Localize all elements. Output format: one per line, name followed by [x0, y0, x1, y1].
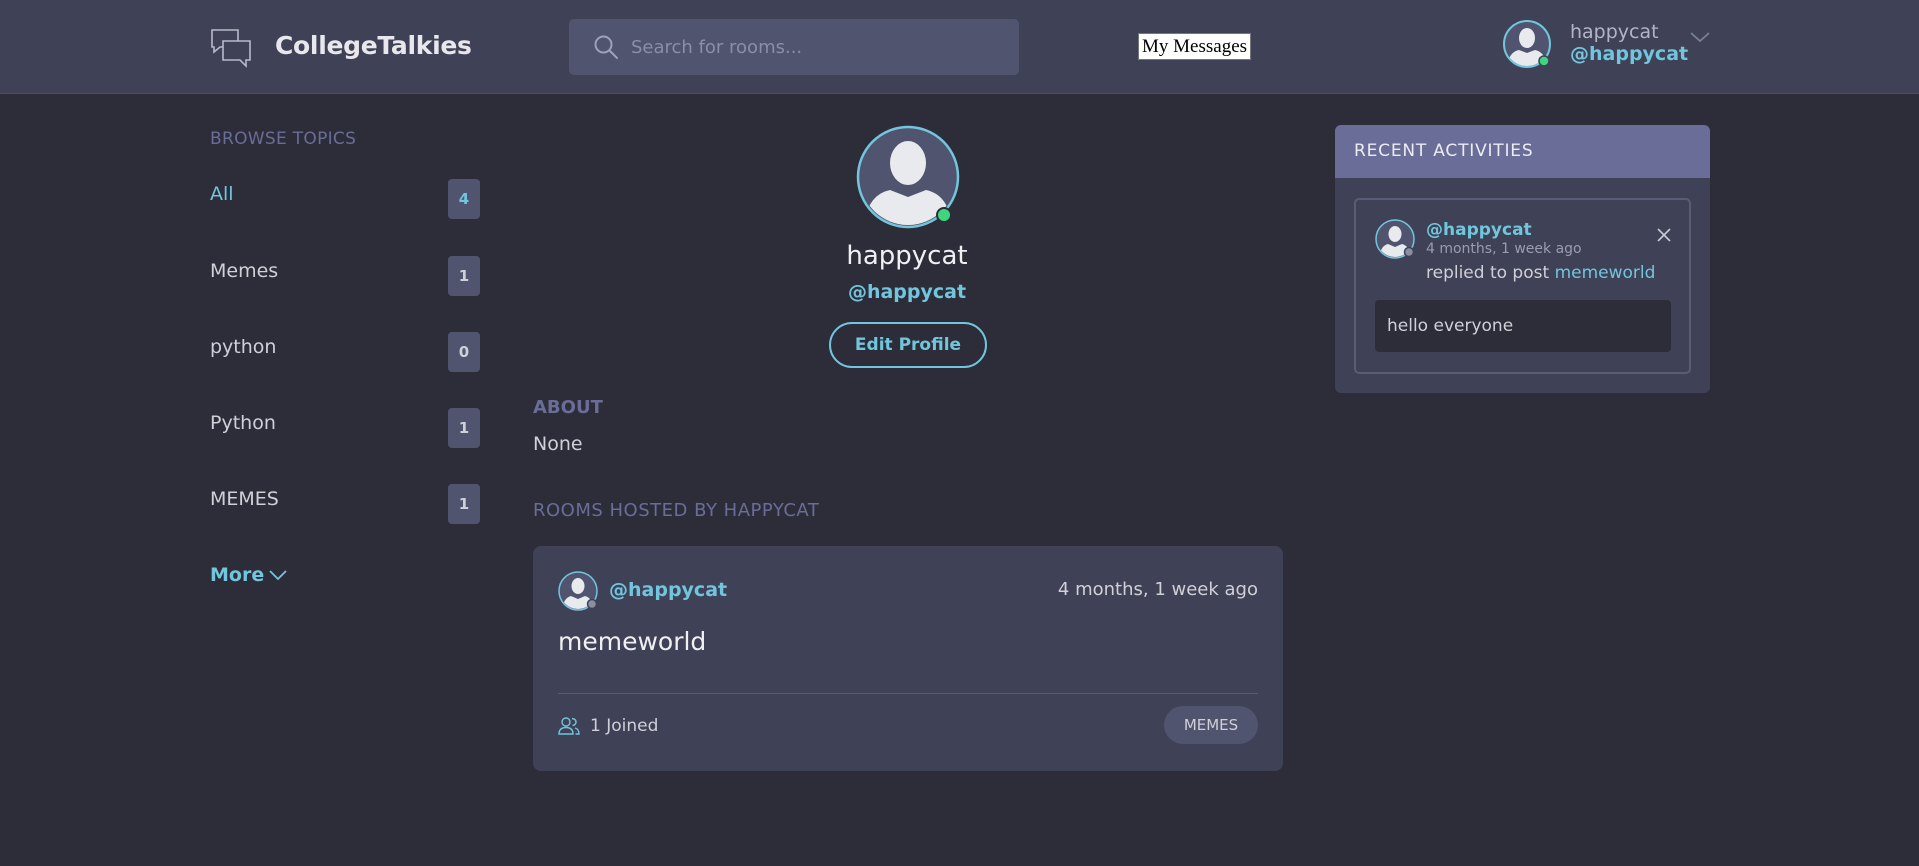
- profile-name: happycat: [846, 241, 968, 271]
- edit-profile-button[interactable]: Edit Profile: [829, 322, 987, 368]
- activity-target-link[interactable]: memeworld: [1555, 263, 1656, 283]
- activity-timestamp: 4 months, 1 week ago: [1426, 241, 1582, 257]
- app-logo-text[interactable]: CollegeTalkies: [275, 31, 472, 60]
- activity-action: replied to post: [1426, 263, 1550, 283]
- topic-item-python[interactable]: Python 1: [210, 408, 480, 448]
- activity-title: RECENT ACTIVITIES: [1354, 141, 1534, 161]
- topic-label: Python: [210, 412, 276, 434]
- activity-card: @happycat 4 months, 1 week ago replied t…: [1354, 198, 1691, 374]
- topic-item-memes-upper[interactable]: MEMES 1: [210, 484, 480, 524]
- topic-label: Memes: [210, 260, 279, 282]
- activity-message-body: hello everyone: [1375, 300, 1671, 352]
- my-messages-button[interactable]: My Messages: [1138, 33, 1252, 60]
- search-bar[interactable]: [569, 19, 1019, 75]
- about-heading: ABOUT: [533, 397, 603, 418]
- top-header: CollegeTalkies My Messages happycat @hap…: [0, 0, 1919, 94]
- profile-handle: @happycat: [847, 281, 967, 303]
- topic-label: python: [210, 336, 277, 358]
- users-icon: [558, 717, 580, 735]
- room-title-link[interactable]: memeworld: [558, 627, 706, 656]
- recent-activities-panel: RECENT ACTIVITIES @happycat 4 months, 1 …: [1335, 125, 1710, 393]
- search-icon: [594, 35, 618, 59]
- topic-count-badge: 1: [448, 256, 480, 296]
- chevron-down-icon[interactable]: [1689, 30, 1711, 44]
- activity-header: RECENT ACTIVITIES: [1335, 125, 1710, 178]
- profile-avatar: [856, 125, 960, 229]
- chevron-down-icon[interactable]: [268, 568, 288, 582]
- room-timestamp: 4 months, 1 week ago: [1057, 579, 1258, 600]
- rooms-hosted-heading: ROOMS HOSTED BY HAPPYCAT: [533, 500, 820, 521]
- browse-topics-title: BROWSE TOPICS: [210, 129, 357, 149]
- search-input[interactable]: [631, 19, 1001, 75]
- room-card[interactable]: @happycat 4 months, 1 week ago memeworld…: [533, 546, 1283, 771]
- room-host-handle[interactable]: @happycat: [609, 579, 727, 601]
- room-topic-tag[interactable]: MEMES: [1164, 706, 1258, 744]
- topic-item-all[interactable]: All 4: [210, 179, 480, 219]
- topic-label: MEMES: [210, 488, 279, 510]
- topic-label: All: [210, 183, 234, 205]
- chat-bubbles-logo-icon[interactable]: [210, 27, 252, 69]
- more-topics-link[interactable]: More: [210, 564, 264, 586]
- topic-count-badge: 1: [448, 484, 480, 524]
- about-text: None: [533, 433, 583, 455]
- topic-count-badge: 4: [448, 179, 480, 219]
- header-username[interactable]: happycat: [1570, 21, 1659, 43]
- room-divider: [558, 693, 1258, 694]
- topic-count-badge: 0: [448, 332, 480, 372]
- activity-user-handle[interactable]: @happycat: [1426, 220, 1532, 240]
- close-icon[interactable]: [1656, 227, 1672, 243]
- room-host-avatar[interactable]: [558, 571, 598, 611]
- topic-item-python-lower[interactable]: python 0: [210, 332, 480, 372]
- header-user-handle[interactable]: @happycat: [1570, 43, 1688, 65]
- activity-user-avatar[interactable]: [1375, 219, 1415, 259]
- user-avatar[interactable]: [1502, 19, 1552, 69]
- topic-count-badge: 1: [448, 408, 480, 448]
- activity-description: replied to post memeworld: [1426, 263, 1655, 283]
- joined-count: 1 Joined: [590, 716, 659, 736]
- topic-item-memes[interactable]: Memes 1: [210, 256, 480, 296]
